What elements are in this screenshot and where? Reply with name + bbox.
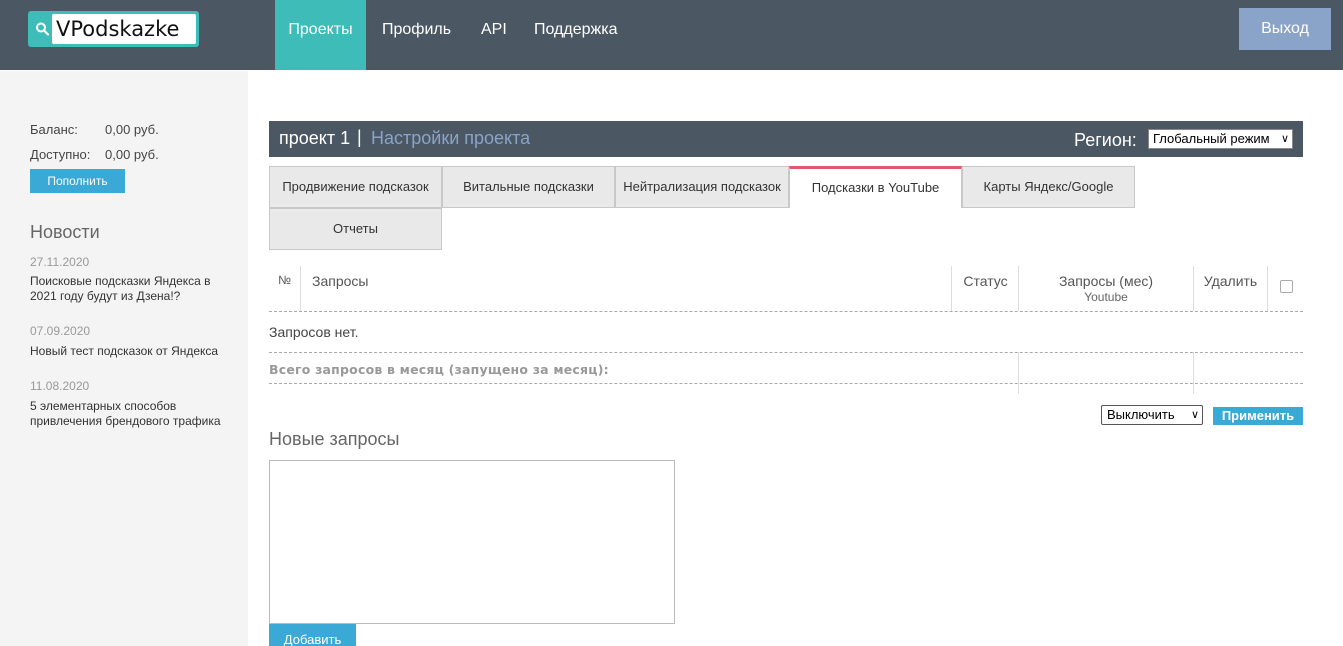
tab-neutralization[interactable]: Нейтрализация подсказок — [615, 166, 789, 208]
column-header-status: Статус — [953, 266, 1019, 311]
column-header-delete: Удалить — [1194, 266, 1268, 311]
project-separator: | — [357, 127, 362, 147]
nav-support[interactable]: Поддержка — [534, 0, 617, 70]
project-name: проект 1 — [279, 128, 351, 148]
divider — [269, 383, 1303, 384]
nav-profile[interactable]: Профиль — [382, 0, 451, 70]
tab-maps[interactable]: Карты Яндекс/Google — [962, 166, 1135, 208]
nav-api[interactable]: API — [481, 0, 507, 70]
region-select[interactable]: Глобальный режим ∨ — [1148, 129, 1293, 149]
column-header-number: № — [269, 266, 301, 311]
project-header: проект 1 | Настройки проекта Регион: Гло… — [269, 121, 1303, 157]
news-link[interactable]: 5 элементарных способов привлечения брен… — [30, 399, 235, 429]
new-queries-heading: Новые запросы — [269, 429, 400, 449]
column-header-queries: Запросы — [302, 266, 952, 311]
divider — [269, 352, 1303, 353]
balance-row: Баланс: 0,00 руб. — [30, 122, 159, 137]
chevron-down-icon: ∨ — [1190, 409, 1199, 421]
balance-label: Баланс: — [30, 122, 78, 137]
topup-button[interactable]: Пополнить — [30, 169, 125, 193]
available-label: Доступно: — [30, 147, 91, 162]
bulk-action-select[interactable]: Выключить ∨ — [1101, 405, 1203, 425]
new-queries-textarea[interactable] — [269, 460, 675, 624]
apply-button[interactable]: Применить — [1213, 407, 1303, 425]
logout-button[interactable]: Выход — [1239, 8, 1331, 50]
column-header-monthly-label: Запросы (мес) — [1058, 273, 1154, 289]
divider — [1018, 352, 1019, 394]
region-select-value: Глобальный режим — [1153, 131, 1270, 146]
bulk-action-value: Выключить — [1107, 407, 1175, 422]
chevron-down-icon: ∨ — [1280, 133, 1289, 145]
divider — [1193, 352, 1194, 394]
project-settings-link[interactable]: Настройки проекта — [371, 128, 530, 149]
sidebar: Баланс: 0,00 руб. Доступно: 0,00 руб. По… — [0, 71, 248, 646]
news-date: 27.11.2020 — [30, 255, 90, 269]
total-row-label: Всего запросов в месяц (запущено за меся… — [269, 362, 609, 377]
column-header-monthly: Запросы (мес) Youtube — [1019, 266, 1194, 311]
news-link[interactable]: Новый тест подсказок от Яндекса — [30, 344, 235, 359]
tab-youtube[interactable]: Подсказки в YouTube — [789, 166, 962, 208]
news-date: 11.08.2020 — [30, 379, 90, 393]
tab-vital[interactable]: Витальные подсказки — [442, 166, 615, 208]
news-date: 07.09.2020 — [30, 324, 91, 338]
nav-projects[interactable]: Проекты — [275, 0, 366, 70]
logo-text: VPodskazke — [52, 14, 196, 44]
available-value: 0,00 руб. — [105, 147, 159, 162]
divider — [269, 311, 1303, 312]
news-heading: Новости — [30, 222, 100, 242]
tab-promotion[interactable]: Продвижение подсказок — [269, 166, 442, 208]
top-navbar: VPodskazke Проекты Профиль API Поддержка… — [0, 0, 1343, 70]
balance-value: 0,00 руб. — [105, 122, 159, 137]
empty-message: Запросов нет. — [269, 324, 359, 340]
region-label: Регион: — [1074, 130, 1137, 150]
select-all-checkbox[interactable] — [1280, 280, 1293, 293]
column-header-select — [1268, 266, 1303, 311]
add-button[interactable]: Добавить — [269, 624, 356, 646]
search-icon — [36, 22, 50, 36]
available-row: Доступно: 0,00 руб. — [30, 147, 159, 162]
column-header-monthly-sub: Youtube — [1084, 290, 1128, 304]
tab-reports[interactable]: Отчеты — [269, 208, 442, 250]
site-logo[interactable]: VPodskazke — [28, 11, 199, 47]
news-link[interactable]: Поисковые подсказки Яндекса в 2021 году … — [30, 274, 235, 304]
